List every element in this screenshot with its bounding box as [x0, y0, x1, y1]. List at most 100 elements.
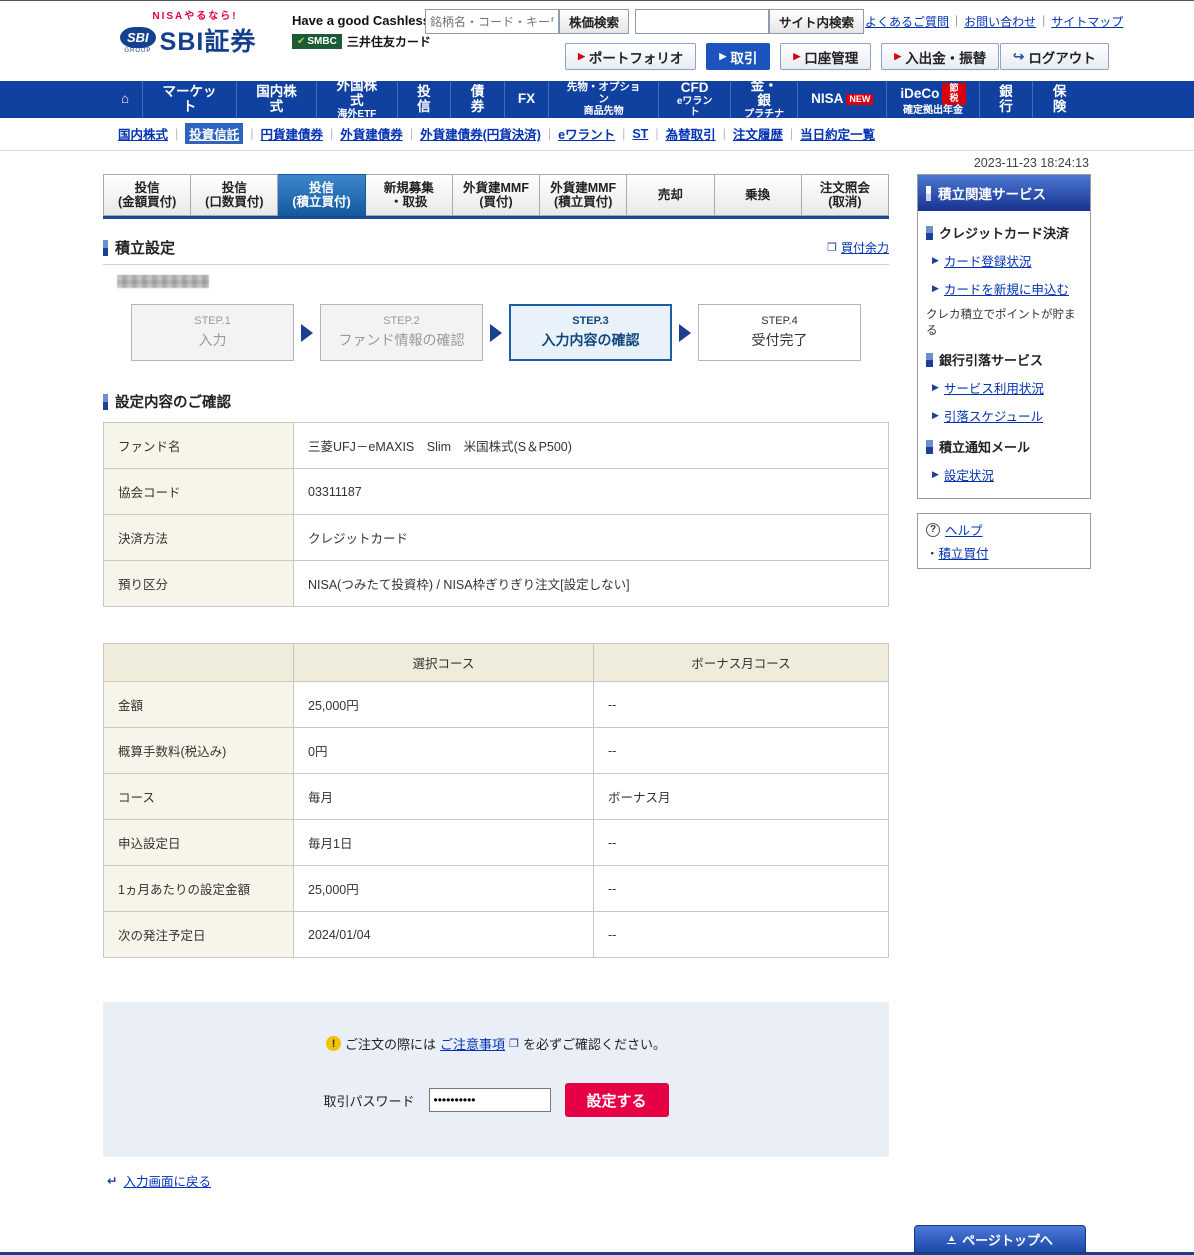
subnav-foreign-bonds-yen[interactable]: 外貨建債券(円貨決済)	[420, 124, 541, 143]
subnav-yen-bonds[interactable]: 円貨建債券	[261, 124, 324, 143]
nav-domestic-stock[interactable]: 国内株式	[236, 81, 316, 118]
smbc-leaf-icon: ✔	[297, 36, 305, 47]
tab-mmf-installment[interactable]: 外貨建MMF (積立買付)	[540, 174, 627, 216]
mail-setting-status-link[interactable]: 設定状況	[944, 465, 994, 484]
site-search-button[interactable]: サイト内検索	[769, 9, 864, 34]
sidebar-title: 積立関連サービス	[938, 183, 1046, 203]
amount-bonus: --	[594, 682, 889, 728]
help-panel: ? ヘルプ ・積立買付	[917, 513, 1091, 569]
section-marker	[926, 440, 933, 454]
popup-window-icon: ❐	[827, 241, 837, 254]
tab-fund-unit-buy[interactable]: 投信 (口数買付)	[191, 174, 278, 216]
tab-sell[interactable]: 売却	[627, 174, 714, 216]
nav-bonds[interactable]: 債券	[450, 81, 504, 118]
deposit-withdraw-button[interactable]: ▶ 入出金・振替	[881, 43, 999, 70]
service-usage-status-link[interactable]: サービス利用状況	[944, 378, 1044, 397]
monthly-amount-bonus: --	[594, 866, 889, 912]
debit-schedule-link[interactable]: 引落スケジュール	[944, 406, 1043, 425]
notice-text: ご注文の際には	[345, 1034, 436, 1053]
stock-search-input[interactable]	[425, 9, 559, 34]
trade-button[interactable]: ▶ 取引	[706, 43, 770, 70]
help-link[interactable]: ヘルプ	[945, 520, 983, 539]
subnav-domestic-stock[interactable]: 国内株式	[118, 124, 168, 143]
subnav-fx-trade[interactable]: 為替取引	[666, 124, 716, 143]
sbi-logo[interactable]: NISAやるなら! SBI GROUP SBI証券	[120, 7, 270, 58]
nav-cfd[interactable]: CFDeワラント	[658, 81, 730, 118]
main-nav: ⌂ マーケット 国内株式 外国株式海外ETF 投信 債券 FX 先物・オプション…	[0, 81, 1194, 118]
tab-fund-installment-buy[interactable]: 投信 (積立買付)	[278, 174, 365, 216]
site-search-input[interactable]	[635, 9, 769, 34]
triangle-icon: ▶	[894, 51, 901, 62]
plan-detail-table: 選択コース ボーナス月コース 金額 25,000円 -- 概算手数料(税込み) …	[103, 643, 889, 958]
nav-ideco[interactable]: iDeCo節税確定拠出年金	[886, 81, 978, 118]
masked-account-name	[117, 275, 209, 288]
submit-setting-button[interactable]: 設定する	[565, 1083, 669, 1117]
table-header-row: 選択コース ボーナス月コース	[104, 644, 889, 682]
col-header-bonus-course: ボーナス月コース	[594, 644, 889, 682]
tab-mmf-buy[interactable]: 外貨建MMF (買付)	[453, 174, 540, 216]
page-top-button[interactable]: ▲ ページトップへ	[914, 1225, 1086, 1253]
logout-button[interactable]: ↪ ログアウト	[1000, 43, 1109, 70]
help-icon: ?	[926, 523, 940, 537]
nav-foreign-stock[interactable]: 外国株式海外ETF	[316, 81, 396, 118]
tab-fund-amount-buy[interactable]: 投信 (金額買付)	[103, 174, 191, 216]
triangle-icon: ▶	[932, 255, 939, 266]
contact-link[interactable]: お問い合わせ	[964, 13, 1036, 30]
caution-link[interactable]: ご注意事項	[440, 1034, 505, 1053]
installment-buy-help-link[interactable]: 積立買付	[939, 547, 989, 561]
tab-new-offering[interactable]: 新規募集 ・取扱	[366, 174, 453, 216]
setting-day-selected: 毎月1日	[294, 820, 594, 866]
section-title-block: 設定内容のご確認	[103, 391, 889, 412]
subnav-foreign-bonds[interactable]: 外貨建債券	[340, 124, 403, 143]
nav-market[interactable]: マーケット	[142, 81, 236, 118]
tab-switch[interactable]: 乗換	[715, 174, 802, 216]
account-type-value: NISA(つみたて投資枠) / NISA枠ぎりぎり注文[設定しない]	[294, 561, 889, 607]
subnav-investment-trust[interactable]: 投資信託	[185, 123, 243, 144]
subnav-order-history[interactable]: 注文履歴	[733, 124, 783, 143]
nav-funds[interactable]: 投信	[397, 81, 451, 118]
row-label: コース	[104, 774, 294, 820]
step-indicator: STEP.1入力 STEP.2ファンド情報の確認 STEP.3入力内容の確認 S…	[131, 304, 889, 361]
subnav-today-executions[interactable]: 当日約定一覧	[800, 124, 875, 143]
triangle-icon: ▶	[578, 51, 585, 62]
title-marker	[103, 240, 108, 256]
nav-gold[interactable]: 金・銀プラチナ	[730, 81, 797, 118]
nav-fx[interactable]: FX	[504, 81, 548, 118]
account-buttons: ▶ ポートフォリオ ▶ 取引 ▶ 口座管理 ▶ 入出金・振替	[565, 43, 999, 70]
page-title-block: 積立設定	[103, 237, 175, 258]
stock-search-button[interactable]: 株価検索	[559, 9, 629, 34]
subnav-ewarrant[interactable]: eワラント	[558, 124, 615, 143]
nav-futures-options[interactable]: 先物・オプション商品先物	[548, 81, 658, 118]
back-to-input-link[interactable]: 入力画面に戻る	[123, 1171, 211, 1190]
brand-name: SBI証券	[160, 22, 257, 58]
logout-icon: ↪	[1013, 49, 1024, 65]
trade-password-input[interactable]	[429, 1088, 551, 1112]
step-2: STEP.2ファンド情報の確認	[320, 304, 483, 361]
notice-text-suffix: を必ずご確認ください。	[523, 1034, 666, 1053]
table-row: コース 毎月 ボーナス月	[104, 774, 889, 820]
row-label: 1ヵ月あたりの設定金額	[104, 866, 294, 912]
smbc-banner[interactable]: Have a good Cashless. ✔SMBC 三井住友カード	[292, 7, 434, 50]
nav-nisa[interactable]: NISANEW	[797, 81, 886, 118]
fund-name-value: 三菱UFJ－eMAXIS Slim 米国株式(S＆P500)	[294, 423, 889, 469]
apply-new-card-link[interactable]: カードを新規に申込む	[944, 279, 1069, 298]
nav-home[interactable]: ⌂	[108, 81, 142, 118]
credit-card-section: クレジットカード決済 ▶ カード登録状況 ▶ カードを新規に申込む クレカ積立で…	[926, 223, 1082, 338]
warning-icon: !	[326, 1036, 341, 1051]
triangle-icon: ▶	[932, 283, 939, 294]
buying-power-link[interactable]: 買付余力	[841, 239, 889, 256]
table-row: ファンド名 三菱UFJ－eMAXIS Slim 米国株式(S＆P500)	[104, 423, 889, 469]
card-registration-status-link[interactable]: カード登録状況	[944, 251, 1032, 270]
account-management-button[interactable]: ▶ 口座管理	[780, 43, 871, 70]
nav-insurance[interactable]: 保険	[1032, 81, 1086, 118]
sitemap-link[interactable]: サイトマップ	[1051, 13, 1123, 30]
course-bonus: ボーナス月	[594, 774, 889, 820]
subnav-st[interactable]: ST	[632, 127, 648, 141]
sbi-logo-mark: SBI	[120, 27, 156, 48]
table-row: 次の発注予定日 2024/01/04 --	[104, 912, 889, 958]
portfolio-button[interactable]: ▶ ポートフォリオ	[565, 43, 696, 70]
faq-link[interactable]: よくあるご質問	[865, 13, 949, 30]
nav-bank[interactable]: 銀行	[979, 81, 1033, 118]
tab-order-inquiry[interactable]: 注文照会 (取消)	[802, 174, 889, 216]
table-row: 決済方法 クレジットカード	[104, 515, 889, 561]
